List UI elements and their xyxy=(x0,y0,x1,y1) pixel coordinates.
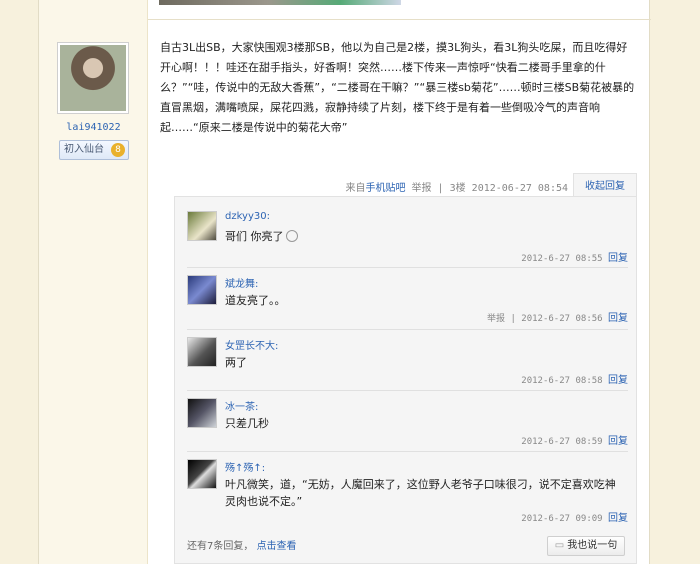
more-replies: 还有7条回复， 点击查看 xyxy=(187,537,297,552)
report-link[interactable]: 举报 xyxy=(412,183,432,194)
username-link[interactable]: lai941022 xyxy=(39,122,148,133)
reply-username[interactable]: 斌龙舞: xyxy=(225,275,258,290)
reply-time: 2012-6-27 08:59 xyxy=(521,437,603,447)
reply-text: 道友亮了。。 xyxy=(225,294,286,307)
reply-time: 2012-6-27 08:56 xyxy=(521,314,603,324)
reply-footer: 2012-6-27 08:58 回复 xyxy=(521,371,628,386)
divider xyxy=(187,329,628,330)
reply-footer: 2012-6-27 08:55 回复 xyxy=(521,249,628,264)
fold-replies-tab[interactable]: 收起回复 xyxy=(573,173,637,197)
level-label: 初入仙台 xyxy=(64,144,104,155)
reply-username[interactable]: dzkyy30: xyxy=(225,211,270,222)
reply-avatar[interactable] xyxy=(187,211,217,241)
reply-footer: 举报 | 2012-6-27 08:56 回复 xyxy=(487,309,628,324)
level-badge[interactable]: 初入仙台 8 xyxy=(59,140,129,160)
reply-avatar[interactable] xyxy=(187,459,217,489)
reply-button[interactable]: 回复 xyxy=(608,313,628,324)
reply-username[interactable]: 女罡长不大: xyxy=(225,337,278,352)
reply-text: 只差几秒 xyxy=(225,417,269,430)
reply-avatar[interactable] xyxy=(187,398,217,428)
source-link[interactable]: 手机贴吧 xyxy=(365,183,405,194)
list-item: 女罡长不大: 两了 2012-6-27 08:58 回复 xyxy=(187,337,628,387)
list-item: 殇↑殇↑: 叶凡微笑，道，“无妨，人魔回来了，这位野人老爷子口味很刁，说不定喜欢… xyxy=(187,459,628,529)
reply-time: 2012-6-27 09:09 xyxy=(521,514,603,524)
reply-time: 2012-6-27 08:55 xyxy=(521,254,603,264)
reply-avatar[interactable] xyxy=(187,275,217,305)
list-item: 冰一茶: 只差几秒 2012-6-27 08:59 回复 xyxy=(187,398,628,448)
post-meta: 来自手机贴吧 举报 | 3楼 2012-06-27 08:54 xyxy=(159,179,568,194)
reply-list: dzkyy30: 哥们 你亮了 2012-6-27 08:55 回复 斌龙舞: … xyxy=(174,196,637,564)
view-more-link[interactable]: 点击查看 xyxy=(257,541,297,552)
reply-username[interactable]: 殇↑殇↑: xyxy=(225,459,265,474)
reply-avatar[interactable] xyxy=(187,337,217,367)
reply-button[interactable]: 回复 xyxy=(608,375,628,386)
post-time: 2012-06-27 08:54 xyxy=(471,183,568,194)
reply-text-content: 哥们 你亮了 xyxy=(225,230,284,243)
divider xyxy=(187,390,628,391)
post-content: 自古3L出SB，大家快围观3楼那SB，他以为自己是2楼，摸3L狗头，看3L狗头吃… xyxy=(160,41,635,134)
reply-footer: 2012-6-27 09:09 回复 xyxy=(521,509,628,524)
username-text[interactable]: lai941022 xyxy=(66,122,120,133)
author-column: lai941022 初入仙台 8 xyxy=(39,0,148,564)
reply-footer: 2012-6-27 08:59 回复 xyxy=(521,432,628,447)
previous-post-image xyxy=(159,0,401,5)
meta-separator: | xyxy=(437,183,444,194)
reply-button[interactable]: 回复 xyxy=(608,253,628,264)
reply-text: 两了 xyxy=(225,356,247,369)
list-item: dzkyy30: 哥们 你亮了 2012-6-27 08:55 回复 xyxy=(187,211,628,264)
emoticon-icon xyxy=(285,230,298,242)
reply-time: 2012-6-27 08:58 xyxy=(521,376,603,386)
add-reply-label: 我也说一句 xyxy=(567,540,618,551)
reply-text: 叶凡微笑，道，“无妨，人魔回来了，这位野人老爷子口味很刁，说不定喜欢吃神灵肉也说… xyxy=(225,478,616,508)
divider xyxy=(187,451,628,452)
add-reply-button[interactable]: ▭ 我也说一句 xyxy=(547,536,625,556)
avatar[interactable] xyxy=(57,42,129,114)
reply-username[interactable]: 冰一茶: xyxy=(225,398,258,413)
reply-text: 哥们 你亮了 xyxy=(225,228,625,245)
reply-button[interactable]: 回复 xyxy=(608,513,628,524)
divider xyxy=(187,267,628,268)
level-number: 8 xyxy=(111,143,125,157)
floor-number: 3楼 xyxy=(449,183,466,194)
list-item: 斌龙舞: 道友亮了。。 举报 | 2012-6-27 08:56 回复 xyxy=(187,275,628,325)
report-link[interactable]: 举报 | xyxy=(487,314,516,324)
reply-button[interactable]: 回复 xyxy=(608,436,628,447)
thread-page: lai941022 初入仙台 8 自古3L出SB，大家快围观3楼那SB，他以为自… xyxy=(38,0,651,564)
comment-icon: ▭ xyxy=(554,540,565,551)
meta-prefix: 来自 xyxy=(345,183,366,194)
avatar-image xyxy=(60,45,126,111)
fold-replies-link[interactable]: 收起回复 xyxy=(585,181,625,192)
more-replies-text: 还有7条回复， xyxy=(187,541,254,552)
